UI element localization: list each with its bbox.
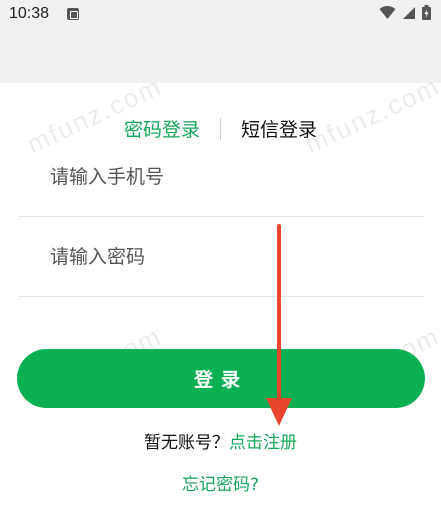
password-field bbox=[18, 217, 424, 297]
signal-icon bbox=[403, 6, 415, 19]
wifi-icon bbox=[379, 5, 396, 19]
status-time: 10:38 bbox=[9, 5, 50, 22]
notification-a-icon bbox=[67, 8, 79, 20]
system-icons bbox=[379, 5, 431, 20]
battery-icon bbox=[422, 5, 431, 20]
register-prompt: 暂无账号？ bbox=[144, 433, 229, 453]
forgot-password-link[interactable]: 忘记密码? bbox=[0, 470, 441, 495]
register-link[interactable]: 点击注册 bbox=[229, 433, 297, 453]
annotation-arrow-icon bbox=[266, 224, 292, 426]
status-bar: 10:38 bbox=[0, 0, 441, 83]
password-input[interactable] bbox=[50, 217, 410, 297]
phone-field bbox=[18, 137, 424, 217]
register-line: 暂无账号？点击注册 bbox=[0, 428, 441, 453]
phone-input[interactable] bbox=[50, 137, 410, 217]
login-button[interactable]: 登录 bbox=[17, 349, 425, 408]
